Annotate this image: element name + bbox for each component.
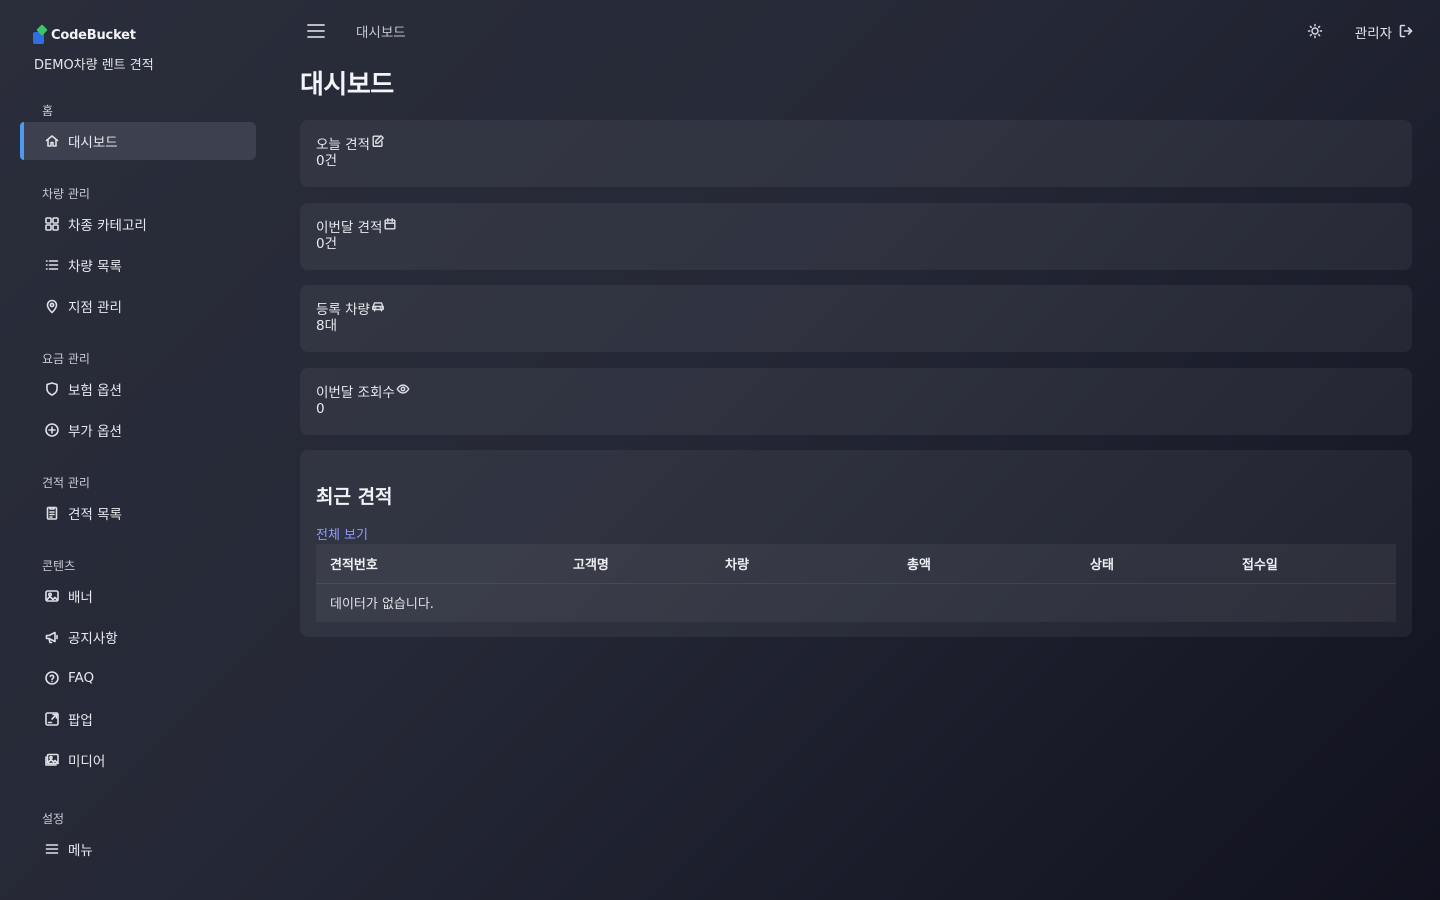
- section-title: 홈: [42, 104, 54, 118]
- sidebar-item-media[interactable]: 미디어: [20, 741, 256, 779]
- sidebar-item-banner[interactable]: 배너: [20, 577, 256, 615]
- sidebar-item-label: FAQ: [68, 670, 95, 686]
- column-header[interactable]: 상태: [1076, 544, 1228, 584]
- nav-section-vehicles: 차량 관리 차종 카테고리 차량 목록 지점 관리: [20, 186, 256, 325]
- stat-card-month-quotes: 이번달 견적 0건: [300, 203, 1412, 270]
- car-icon: [370, 299, 385, 317]
- sidebar-item-label: 부가 옵션: [68, 424, 122, 440]
- nav-section-content: 콘텐츠 배너 공지사항 FAQ 팝업 미디어: [20, 558, 256, 779]
- sidebar-item-label: 지점 관리: [68, 300, 122, 316]
- column-header[interactable]: 차량: [711, 544, 893, 584]
- sidebar-item-branch[interactable]: 지점 관리: [20, 287, 256, 325]
- sidebar-item-label: 차량 목록: [68, 259, 122, 275]
- sidebar-item-vehicle-list[interactable]: 차량 목록: [20, 246, 256, 284]
- table-header-row: 견적번호 고객명 차량 총액 상태 접수일: [316, 544, 1396, 584]
- help-circle-icon: [44, 670, 60, 686]
- hamburger-menu-icon[interactable]: [306, 22, 326, 40]
- stat-label-row: 이번달 조회수: [316, 382, 1396, 401]
- topbar-actions: 관리자: [1307, 22, 1416, 42]
- home-icon: [44, 133, 60, 149]
- site-subtitle: DEMO차량 렌트 견적: [34, 58, 154, 73]
- sidebar-item-label: 미디어: [68, 754, 106, 770]
- section-title: 콘텐츠: [42, 559, 76, 573]
- sidebar-item-label: 차종 카테고리: [68, 218, 147, 234]
- popup-icon: [44, 711, 60, 727]
- nav-section-pricing: 요금 관리 보험 옵션 부가 옵션: [20, 351, 256, 449]
- menu-icon: [44, 841, 60, 857]
- images-icon: [44, 752, 60, 768]
- sidebar-item-insurance[interactable]: 보험 옵션: [20, 370, 256, 408]
- eye-icon: [395, 382, 410, 400]
- sidebar-item-label: 보험 옵션: [68, 383, 122, 399]
- sidebar-item-quote-list[interactable]: 견적 목록: [20, 494, 256, 532]
- logout-icon[interactable]: [1398, 23, 1416, 41]
- recent-quotes-card: 최근 견적 전체 보기 견적번호 고객명 차량 총액 상태 접수일 데이터가 없…: [300, 450, 1412, 637]
- stat-label-row: 이번달 견적: [316, 217, 1396, 236]
- stat-label: 이번달 견적: [316, 220, 383, 236]
- megaphone-icon: [44, 629, 60, 645]
- sidebar-item-label: 공지사항: [68, 631, 118, 647]
- clipboard-icon: [44, 505, 60, 521]
- empty-state-text: 데이터가 없습니다.: [330, 597, 434, 613]
- sidebar-item-notice[interactable]: 공지사항: [20, 618, 256, 656]
- stat-label-row: 오늘 견적: [316, 134, 1396, 153]
- stat-label: 오늘 견적: [316, 137, 370, 153]
- sidebar-item-label: 견적 목록: [68, 507, 122, 523]
- stat-card-today-quotes: 오늘 견적 0건: [300, 120, 1412, 187]
- section-title: 차량 관리: [42, 187, 90, 201]
- nav-section-settings: 설정 메뉴: [20, 811, 256, 868]
- sidebar-item-menu[interactable]: 메뉴: [20, 830, 256, 868]
- section-title: 견적 관리: [42, 476, 90, 490]
- sidebar-item-faq[interactable]: FAQ: [20, 659, 256, 697]
- column-header[interactable]: 견적번호: [316, 544, 559, 584]
- grid-icon: [44, 216, 60, 232]
- stat-value: 0건: [316, 153, 338, 169]
- stat-label-row: 등록 차량: [316, 299, 1396, 318]
- breadcrumb: 대시보드: [356, 25, 406, 41]
- stat-value: 8대: [316, 318, 338, 334]
- topbar: 대시보드 관리자: [300, 14, 1416, 50]
- plus-circle-icon: [44, 422, 60, 438]
- list-icon: [44, 257, 60, 273]
- section-title: 요금 관리: [42, 352, 90, 366]
- stat-label: 등록 차량: [316, 302, 370, 318]
- stat-value: 0건: [316, 236, 338, 252]
- stat-value: 0: [316, 401, 325, 417]
- column-header[interactable]: 총액: [893, 544, 1076, 584]
- sidebar-item-vehicle-category[interactable]: 차종 카테고리: [20, 205, 256, 243]
- column-header[interactable]: 접수일: [1228, 544, 1396, 584]
- sidebar-item-popup[interactable]: 팝업: [20, 700, 256, 738]
- sidebar-item-label: 메뉴: [68, 843, 93, 859]
- column-header[interactable]: 고객명: [559, 544, 711, 584]
- sidebar-item-addon[interactable]: 부가 옵션: [20, 411, 256, 449]
- sidebar-item-label: 대시보드: [68, 135, 118, 151]
- recent-quotes-title: 최근 견적: [316, 486, 393, 508]
- view-all-link[interactable]: 전체 보기: [316, 524, 368, 543]
- map-pin-icon: [44, 298, 60, 314]
- shield-icon: [44, 381, 60, 397]
- calendar-icon: [382, 217, 397, 235]
- section-title: 설정: [42, 812, 65, 826]
- stat-card-month-views: 이번달 조회수 0: [300, 368, 1412, 435]
- user-name[interactable]: 관리자: [1355, 22, 1392, 42]
- logo-mark-icon: [33, 24, 48, 44]
- edit-icon: [370, 134, 385, 152]
- sidebar: CodeBucket DEMO차량 렌트 견적 홈 대시보드 차량 관리 차종 …: [0, 0, 276, 900]
- nav-section-quotes: 견적 관리 견적 목록: [20, 475, 256, 532]
- nav-section-home: 홈 대시보드: [20, 103, 256, 160]
- stat-label: 이번달 조회수: [316, 385, 395, 401]
- image-icon: [44, 588, 60, 604]
- sidebar-item-dashboard[interactable]: 대시보드: [20, 122, 256, 160]
- table-row-empty: 데이터가 없습니다.: [316, 583, 1396, 622]
- logo[interactable]: CodeBucket: [33, 22, 256, 48]
- sun-icon[interactable]: [1307, 23, 1325, 41]
- sidebar-item-label: 팝업: [68, 713, 93, 729]
- sidebar-item-label: 배너: [68, 590, 93, 606]
- page-title: 대시보드: [300, 70, 394, 100]
- stat-card-vehicles: 등록 차량 8대: [300, 285, 1412, 352]
- recent-quotes-table: 견적번호 고객명 차량 총액 상태 접수일 데이터가 없습니다.: [316, 544, 1396, 622]
- logo-text: CodeBucket: [51, 27, 136, 43]
